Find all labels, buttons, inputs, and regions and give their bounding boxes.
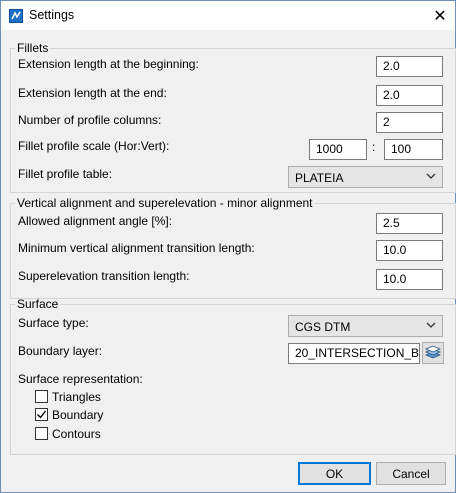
extension-end-label: Extension length at the end: <box>18 86 167 100</box>
vertical-alignment-legend: Vertical alignment and superelevation - … <box>17 196 313 210</box>
surface-representation-label: Surface representation: <box>18 372 143 386</box>
transition-length-label: Minimum vertical alignment transition le… <box>18 241 255 255</box>
contours-label: Contours <box>52 427 101 441</box>
profile-table-select[interactable]: PLATEIA <box>288 166 443 188</box>
close-icon[interactable]: ✕ <box>425 1 455 30</box>
triangles-label: Triangles <box>52 390 101 404</box>
boundary-layer-input[interactable]: 20_INTERSECTION_BOUN <box>288 343 420 364</box>
extension-end-input[interactable]: 2.0 <box>376 85 443 106</box>
title-bar: Settings ✕ <box>1 1 455 30</box>
surface-type-label: Surface type: <box>18 316 89 330</box>
fillets-legend: Fillets <box>17 41 49 55</box>
scale-horizontal-input[interactable]: 1000 <box>309 139 367 160</box>
profile-table-label: Fillet profile table: <box>18 167 113 181</box>
chevron-down-icon <box>426 170 436 185</box>
app-icon <box>9 9 23 23</box>
chevron-down-icon <box>426 319 436 334</box>
triangles-checkbox[interactable] <box>35 390 48 403</box>
profile-columns-label: Number of profile columns: <box>18 113 162 127</box>
boundary-layer-label: Boundary layer: <box>18 344 103 358</box>
scale-vertical-input[interactable]: 100 <box>384 139 443 160</box>
profile-scale-label: Fillet profile scale (Hor:Vert): <box>18 139 170 153</box>
superelevation-length-label: Superelevation transition length: <box>18 269 190 283</box>
profile-columns-input[interactable]: 2 <box>376 112 443 133</box>
boundary-checkbox[interactable] <box>35 408 48 421</box>
surface-legend: Surface <box>17 297 59 311</box>
window-title: Settings <box>29 8 75 22</box>
contours-checkbox[interactable] <box>35 427 48 440</box>
boundary-label: Boundary <box>52 408 104 422</box>
surface-type-select[interactable]: CGS DTM <box>288 315 443 337</box>
layers-icon[interactable] <box>422 342 444 364</box>
extension-begin-input[interactable]: 2.0 <box>376 56 443 77</box>
superelevation-length-input[interactable]: 10.0 <box>376 269 443 290</box>
settings-dialog: Settings ✕ Fillets Extension length at t… <box>0 0 456 493</box>
extension-begin-label: Extension length at the beginning: <box>18 57 199 71</box>
ok-button[interactable]: OK <box>298 462 371 485</box>
cancel-button[interactable]: Cancel <box>376 462 446 485</box>
alignment-angle-input[interactable]: 2.5 <box>376 213 443 234</box>
transition-length-input[interactable]: 10.0 <box>376 240 443 261</box>
scale-separator: : <box>372 140 376 154</box>
profile-table-value: PLATEIA <box>295 171 344 185</box>
surface-type-value: CGS DTM <box>295 320 351 334</box>
checkmark-icon <box>37 410 47 419</box>
alignment-angle-label: Allowed alignment angle [%]: <box>18 214 173 228</box>
